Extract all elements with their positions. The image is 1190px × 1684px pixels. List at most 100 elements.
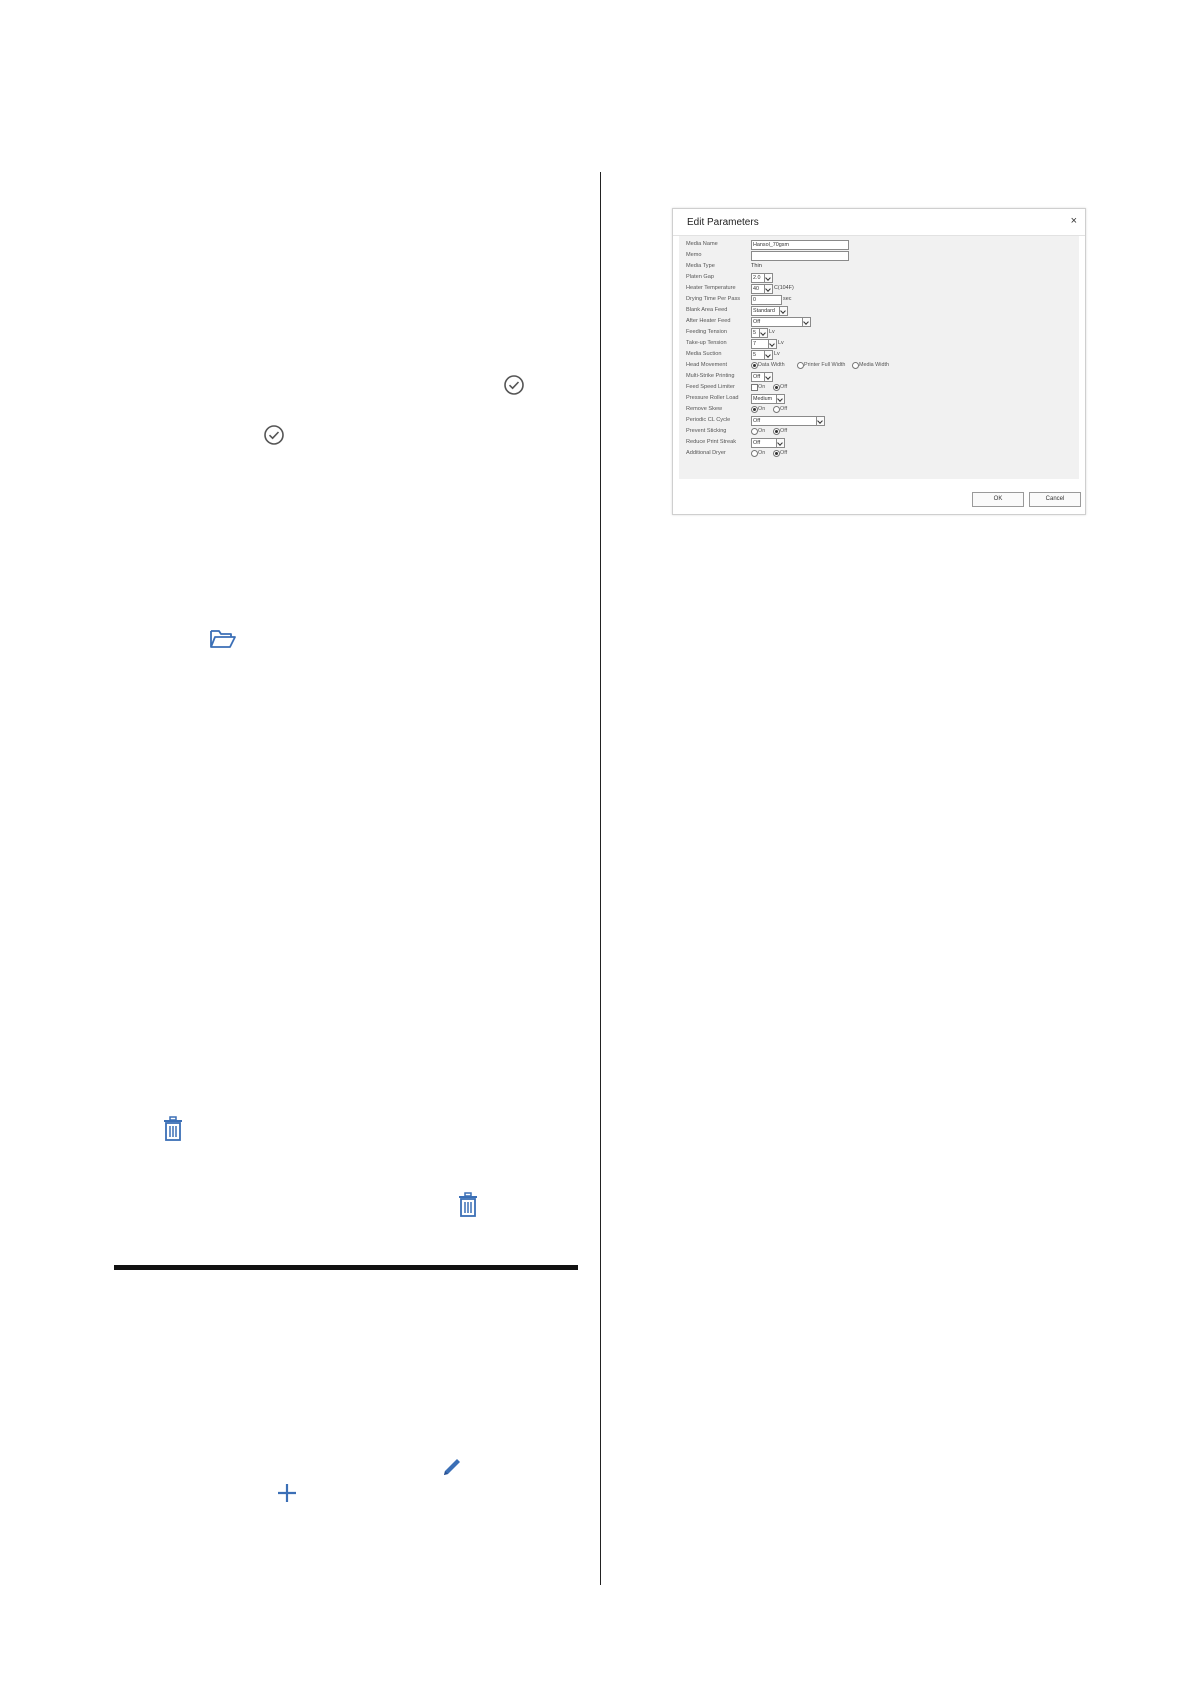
additional-dryer-on-radio[interactable] <box>751 450 758 457</box>
remove-skew-option-label: Off <box>780 406 788 412</box>
feed-speed-limiter-off-radio[interactable] <box>773 384 780 391</box>
feeding-tension-row: Feeding Tension 5 Lv <box>686 328 1076 339</box>
platen-gap-select[interactable]: 2.0 <box>751 273 773 283</box>
head-movement-printer-full-width-radio[interactable] <box>797 362 804 369</box>
feeding-tension-label: Feeding Tension <box>686 329 727 335</box>
reduce-print-streak-label: Reduce Print Streak <box>686 439 737 445</box>
ok-button[interactable]: OK <box>972 492 1024 507</box>
dialog-body: Media Name Hansol_70gsm Memo Media Type … <box>679 236 1079 479</box>
column-divider <box>600 172 601 1585</box>
remove-skew-row: Remove Skew On Off <box>686 405 1076 416</box>
multi-strike-select[interactable]: Off <box>751 372 773 382</box>
chevron-down-icon <box>759 329 767 337</box>
head-movement-option-label: Media Width <box>859 362 889 368</box>
drying-time-field[interactable]: 0 <box>751 295 782 305</box>
takeup-tension-value: 7 <box>753 341 756 347</box>
head-movement-label: Head Movement <box>686 362 728 368</box>
after-heater-feed-row: After Heater Feed Off <box>686 317 1076 328</box>
remove-skew-off-radio[interactable] <box>773 406 780 413</box>
dialog-title: Edit Parameters <box>687 217 759 228</box>
check-circle-icon <box>503 374 525 396</box>
memo-row: Memo <box>686 251 1076 262</box>
media-name-row: Media Name Hansol_70gsm <box>686 240 1076 251</box>
remove-skew-label: Remove Skew <box>686 406 723 412</box>
chevron-down-icon <box>764 274 772 282</box>
head-movement-option-label: Printer Full Width <box>804 362 846 368</box>
media-suction-select[interactable]: 5 <box>751 350 773 360</box>
dialog-header: Edit Parameters × <box>673 209 1085 236</box>
media-name-label: Media Name <box>686 241 718 247</box>
feeding-tension-select[interactable]: 5 <box>751 328 768 338</box>
pencil-icon <box>440 1455 464 1479</box>
chevron-down-icon <box>776 439 784 447</box>
media-type-value: Thin <box>751 263 762 269</box>
pressure-roller-load-row: Pressure Roller Load Medium <box>686 394 1076 405</box>
heater-temperature-row: Heater Temperature 40 C(104F) <box>686 284 1076 295</box>
chevron-down-icon <box>764 373 772 381</box>
drying-time-label: Drying Time Per Pass <box>686 296 741 302</box>
prevent-sticking-label: Prevent Sticking <box>686 428 727 434</box>
drying-time-row: Drying Time Per Pass 0 sec <box>686 295 1076 306</box>
chevron-down-icon <box>802 318 810 326</box>
memo-field[interactable] <box>751 251 849 261</box>
chevron-down-icon <box>816 417 824 425</box>
platen-gap-label: Platen Gap <box>686 274 714 280</box>
edit-parameters-dialog: Edit Parameters × Media Name Hansol_70gs… <box>672 208 1086 515</box>
media-type-label: Media Type <box>686 263 715 269</box>
plus-icon <box>276 1482 298 1504</box>
takeup-tension-select[interactable]: 7 <box>751 339 777 349</box>
pressure-roller-load-value: Medium <box>753 396 773 402</box>
takeup-tension-row: Take-up Tension 7 Lv <box>686 339 1076 350</box>
after-heater-feed-select[interactable]: Off <box>751 317 811 327</box>
media-type-row: Media Type Thin <box>686 262 1076 273</box>
reduce-print-streak-row: Reduce Print Streak Off <box>686 438 1076 449</box>
media-suction-value: 5 <box>753 352 756 358</box>
head-movement-option-label: Data Width <box>758 362 785 368</box>
media-suction-unit: Lv <box>774 351 780 357</box>
prevent-sticking-on-radio[interactable] <box>751 428 758 435</box>
after-heater-feed-value: Off <box>753 319 761 325</box>
blank-area-feed-value: Standard <box>753 308 775 314</box>
platen-gap-value: 2.0 <box>753 275 761 281</box>
remove-skew-option-label: On <box>758 406 766 412</box>
feed-speed-limiter-on-radio[interactable] <box>751 384 758 391</box>
feed-speed-limiter-label: Feed Speed Limiter <box>686 384 735 390</box>
after-heater-feed-label: After Heater Feed <box>686 318 731 324</box>
prevent-sticking-off-radio[interactable] <box>773 428 780 435</box>
heater-temperature-select[interactable]: 40 <box>751 284 773 294</box>
memo-label: Memo <box>686 252 702 258</box>
dialog-footer: OK Cancel <box>673 479 1085 514</box>
media-suction-label: Media Suction <box>686 351 722 357</box>
takeup-tension-unit: Lv <box>778 340 784 346</box>
periodic-cl-cycle-select[interactable]: Off <box>751 416 825 426</box>
reduce-print-streak-select[interactable]: Off <box>751 438 785 448</box>
close-icon[interactable]: × <box>1071 216 1077 227</box>
pressure-roller-load-select[interactable]: Medium <box>751 394 785 404</box>
chevron-down-icon <box>768 340 776 348</box>
prevent-sticking-option-label: Off <box>780 428 788 434</box>
pressure-roller-load-label: Pressure Roller Load <box>686 395 739 401</box>
cancel-button[interactable]: Cancel <box>1029 492 1081 507</box>
feed-speed-limiter-row: Feed Speed Limiter On Off <box>686 383 1076 394</box>
heater-temperature-value: 40 <box>753 286 759 292</box>
head-movement-row: Head Movement Data Width Printer Full Wi… <box>686 361 1076 372</box>
media-suction-row: Media Suction 5 Lv <box>686 350 1076 361</box>
additional-dryer-row: Additional Dryer On Off <box>686 449 1076 460</box>
head-movement-data-width-radio[interactable] <box>751 362 758 369</box>
prevent-sticking-option-label: On <box>758 428 766 434</box>
blank-area-feed-row: Blank Area Feed Standard <box>686 306 1076 317</box>
takeup-tension-label: Take-up Tension <box>686 340 727 346</box>
chevron-down-icon <box>776 395 784 403</box>
blank-area-feed-select[interactable]: Standard <box>751 306 788 316</box>
trash-icon <box>457 1192 479 1218</box>
drying-time-unit: sec <box>783 296 792 302</box>
periodic-cl-cycle-label: Periodic CL Cycle <box>686 417 731 423</box>
additional-dryer-option-label: On <box>758 450 766 456</box>
additional-dryer-off-radio[interactable] <box>773 450 780 457</box>
media-name-field[interactable]: Hansol_70gsm <box>751 240 849 250</box>
remove-skew-on-radio[interactable] <box>751 406 758 413</box>
head-movement-media-width-radio[interactable] <box>852 362 859 369</box>
platen-gap-row: Platen Gap 2.0 <box>686 273 1076 284</box>
reduce-print-streak-value: Off <box>753 440 761 446</box>
additional-dryer-option-label: Off <box>780 450 788 456</box>
